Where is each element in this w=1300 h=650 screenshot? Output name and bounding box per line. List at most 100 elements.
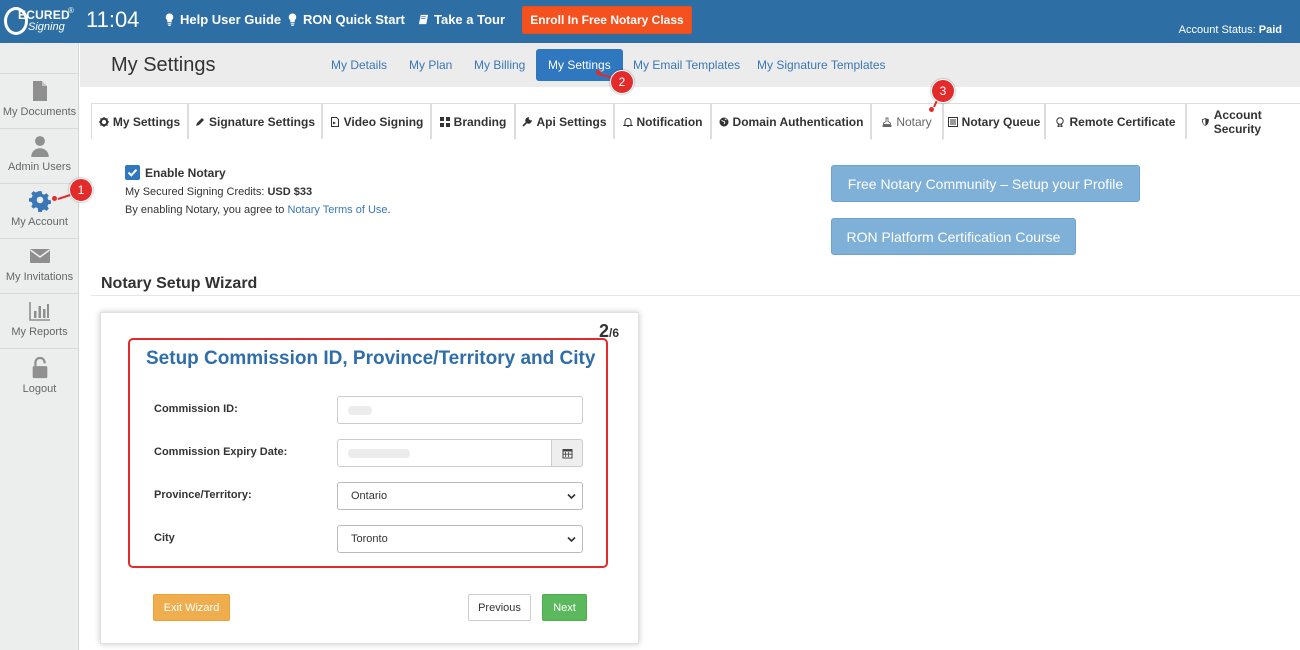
annotation-pointer-dot: [596, 70, 601, 75]
subtab-label: Api Settings: [536, 114, 607, 129]
certificate-icon: [1056, 116, 1065, 127]
clock: 11:04: [86, 7, 140, 32]
unlock-icon: [32, 357, 47, 379]
help-user-guide-link[interactable]: Help User Guide: [164, 12, 281, 27]
subtab-notification[interactable]: Notification: [614, 103, 711, 139]
highlight-box: [128, 338, 608, 568]
account-status-label: Account Status:: [1178, 24, 1256, 36]
sidebar-item-my-invitations[interactable]: My Invitations: [0, 238, 79, 292]
subtab-api-settings[interactable]: Api Settings: [515, 103, 614, 139]
checkmark-icon: [127, 169, 138, 177]
document-icon: [32, 81, 47, 101]
bar-chart-icon: [28, 302, 50, 321]
subtab-account-security[interactable]: Account Security: [1186, 103, 1300, 139]
divider: [91, 295, 1300, 296]
video-file-icon: [330, 116, 339, 127]
annotation-badge-2: 2: [610, 70, 634, 94]
subtab-remote-certificate[interactable]: Remote Certificate: [1045, 103, 1186, 139]
top-bar: ECURED Signing ® 11:04 Help User Guide R…: [0, 0, 1300, 43]
take-a-tour-label: Take a Tour: [434, 12, 506, 27]
tab-my-email-templates[interactable]: My Email Templates: [633, 58, 740, 72]
subtab-label: Video Signing: [343, 114, 424, 129]
subtab-video-signing[interactable]: Video Signing: [322, 103, 431, 139]
credits-value: USD $33: [267, 186, 313, 198]
terms-prefix: By enabling Notary, you agree to: [125, 204, 285, 216]
next-button[interactable]: Next: [542, 594, 587, 621]
envelope-icon: [29, 249, 50, 263]
wrench-icon: [522, 116, 533, 127]
tab-my-billing[interactable]: My Billing: [474, 58, 525, 72]
book-icon: [418, 14, 429, 25]
shield-icon: [1201, 117, 1209, 126]
subtab-label: Domain Authentication: [732, 114, 864, 129]
terms-line: By enabling Notary, you agree to Notary …: [125, 204, 391, 216]
sidebar-item-my-account[interactable]: My Account: [0, 183, 79, 237]
tab-my-details[interactable]: My Details: [331, 58, 387, 72]
subtab-my-settings[interactable]: My Settings: [91, 103, 188, 139]
sidebar-item-label: Logout: [22, 383, 57, 395]
list-icon: [947, 116, 958, 127]
subtab-label: Remote Certificate: [1069, 114, 1176, 129]
ron-quick-start-label: RON Quick Start: [303, 12, 405, 27]
subtab-label: Notary: [896, 115, 932, 129]
sidebar-item-label: My Invitations: [5, 271, 74, 283]
settings-header: My Settings My Details My Plan My Billin…: [80, 43, 1300, 87]
subtab-branding[interactable]: Branding: [431, 103, 515, 139]
sidebar-item-label: My Reports: [11, 326, 68, 338]
exit-wizard-button[interactable]: Exit Wizard: [153, 594, 230, 621]
annotation-badge-3: 3: [931, 79, 955, 103]
sidebar-item-admin-users[interactable]: Admin Users: [0, 128, 79, 182]
free-notary-community-button[interactable]: Free Notary Community – Setup your Profi…: [831, 165, 1140, 202]
help-user-guide-label: Help User Guide: [180, 12, 282, 27]
sidebar-item-logout[interactable]: Logout: [0, 348, 79, 408]
credits-label: My Secured Signing Credits:: [125, 186, 265, 198]
subtab-notary-queue[interactable]: Notary Queue: [943, 103, 1045, 139]
notary-terms-link[interactable]: Notary Terms of Use: [287, 204, 387, 216]
subtab-label: My Settings: [112, 114, 181, 129]
subtab-label: Signature Settings: [208, 114, 315, 129]
enroll-notary-class-button[interactable]: Enroll In Free Notary Class: [522, 6, 692, 34]
enable-notary-label: Enable Notary: [145, 166, 226, 180]
subtab-signature-settings[interactable]: Signature Settings: [188, 103, 322, 139]
sidebar-item-label: Admin Users: [8, 161, 71, 173]
gear-icon: [98, 116, 109, 127]
credits-line: My Secured Signing Credits: USD $33: [125, 186, 312, 198]
tab-my-plan[interactable]: My Plan: [409, 58, 452, 72]
logo-registered-mark: ®: [68, 6, 74, 15]
enable-notary-checkbox[interactable]: [125, 165, 140, 180]
annotation-pointer-dot: [52, 196, 57, 201]
terms-suffix: .: [387, 204, 391, 216]
sidebar-item-label: My Documents: [2, 106, 77, 118]
previous-button[interactable]: Previous: [468, 594, 531, 621]
left-sidebar: My Documents Admin Users My Account My I…: [0, 43, 79, 650]
ron-certification-course-button[interactable]: RON Platform Certification Course: [831, 218, 1076, 255]
grid-icon: [439, 116, 450, 127]
ron-quick-start-link[interactable]: RON Quick Start: [287, 12, 405, 27]
annotation-badge-1: 1: [69, 178, 93, 202]
secured-signing-logo[interactable]: ECURED Signing ®: [4, 4, 74, 38]
lightbulb-icon: [165, 13, 174, 26]
take-a-tour-link[interactable]: Take a Tour: [418, 12, 505, 27]
annotation-pointer-dot: [929, 107, 934, 112]
gear-icon: [28, 191, 51, 212]
tab-my-signature-templates[interactable]: My Signature Templates: [757, 58, 886, 72]
step-total: /6: [609, 326, 620, 340]
user-icon: [30, 136, 49, 157]
logo-word-signing: Signing: [28, 21, 65, 33]
sidebar-item-my-documents[interactable]: My Documents: [0, 73, 79, 127]
subtab-label: Notification: [636, 114, 703, 129]
stamp-icon: [882, 117, 892, 127]
settings-subtabs: My Settings Signature Settings Video Sig…: [91, 103, 1300, 140]
lightbulb-icon: [288, 13, 297, 26]
account-status: Account Status: Paid: [1179, 24, 1282, 36]
page-title: My Settings: [111, 54, 216, 76]
wizard-section-title: Notary Setup Wizard: [101, 275, 258, 292]
sidebar-item-label: My Account: [11, 216, 68, 228]
logo-word-secured: ECURED: [18, 8, 70, 22]
sidebar-item-my-reports[interactable]: My Reports: [0, 293, 79, 347]
subtab-domain-authentication[interactable]: Domain Authentication: [711, 103, 871, 139]
account-status-value: Paid: [1258, 24, 1282, 36]
pen-icon: [195, 117, 204, 126]
globe-icon: [719, 117, 729, 126]
subtab-label: Branding: [453, 114, 507, 129]
